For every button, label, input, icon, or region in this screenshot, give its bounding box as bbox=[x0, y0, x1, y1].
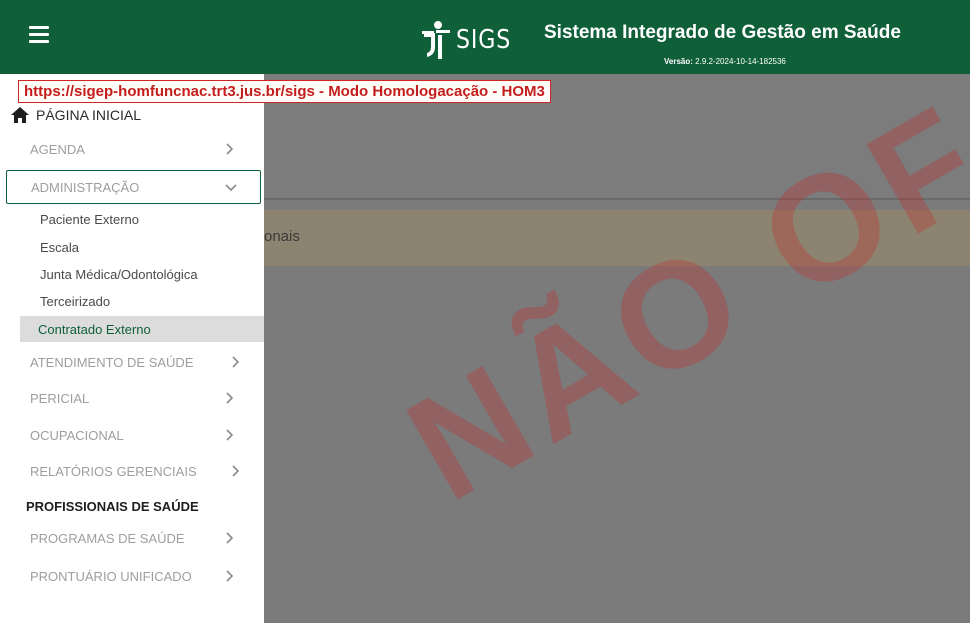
submenu-item-terceirizado[interactable]: Terceirizado bbox=[22, 288, 264, 314]
home-label: PÁGINA INICIAL bbox=[36, 107, 142, 123]
chevron-right-icon bbox=[232, 356, 240, 368]
sidebar-item-label: PERICIAL bbox=[30, 390, 90, 406]
version-label: Versão: bbox=[664, 57, 693, 66]
home-icon bbox=[11, 107, 29, 123]
sidebar-item-profissionais-de-saude[interactable]: PROFISSIONAIS DE SAÚDE bbox=[0, 492, 250, 520]
submenu-item-label: Terceirizado bbox=[40, 293, 111, 309]
sidebar-item-label: RELATÓRIOS GERENCIAIS bbox=[30, 463, 197, 479]
app-header: SIGS Sistema Integrado de Gestão em Saúd… bbox=[0, 0, 970, 74]
sigs-figure-icon bbox=[422, 21, 450, 59]
sidebar-item-programas-de-saude[interactable]: PROGRAMAS DE SAÚDE bbox=[8, 524, 258, 552]
sidebar-home[interactable]: PÁGINA INICIAL bbox=[10, 106, 141, 124]
sidebar-item-label: AGENDA bbox=[30, 141, 85, 157]
submenu-item-contratado-externo[interactable]: Contratado Externo bbox=[20, 316, 264, 342]
sidebar-item-label: ATENDIMENTO DE SAÚDE bbox=[30, 354, 194, 370]
sidebar-item-relatorios-gerenciais[interactable]: RELATÓRIOS GERENCIAIS bbox=[8, 457, 258, 485]
menu-hamburger-icon[interactable] bbox=[22, 26, 56, 48]
chevron-right-icon bbox=[232, 465, 240, 477]
submenu-item-escala[interactable]: Escala bbox=[22, 234, 264, 260]
sidebar-menu: PÁGINA INICIAL AGENDA ADMINISTRAÇÃO Paci… bbox=[0, 104, 264, 623]
chevron-right-icon bbox=[226, 143, 234, 155]
sidebar-item-atendimento-de-saude[interactable]: ATENDIMENTO DE SAÚDE bbox=[8, 348, 258, 376]
chevron-right-icon bbox=[226, 429, 234, 441]
submenu-item-paciente-externo[interactable]: Paciente Externo bbox=[22, 206, 264, 232]
version-value: 2.9.2-2024-10-14-182536 bbox=[695, 57, 786, 66]
submenu-item-label: Escala bbox=[40, 239, 80, 255]
sidebar-item-label: PROFISSIONAIS DE SAÚDE bbox=[26, 498, 199, 514]
sidebar-item-label: PRONTUÁRIO UNIFICADO bbox=[30, 568, 192, 584]
submenu-item-label: Contratado Externo bbox=[38, 321, 151, 337]
sidebar-item-agenda[interactable]: AGENDA bbox=[8, 135, 258, 163]
chevron-down-icon bbox=[225, 184, 237, 192]
submenu-item-label: Junta Médica/Odontológica bbox=[40, 266, 198, 282]
chevron-right-icon bbox=[226, 570, 234, 582]
logo-text: SIGS bbox=[456, 25, 512, 55]
notice-text: onais bbox=[264, 228, 300, 245]
sidebar-item-label: OCUPACIONAL bbox=[30, 427, 124, 443]
sidebar-item-pericial[interactable]: PERICIAL bbox=[8, 384, 258, 412]
sidebar-item-label: PROGRAMAS DE SAÚDE bbox=[30, 530, 185, 546]
sidebar-item-prontuario-unificado[interactable]: PRONTUÁRIO UNIFICADO bbox=[8, 562, 258, 590]
version-info: Versão: 2.9.2-2024-10-14-182536 bbox=[664, 57, 786, 66]
sidebar-item-ocupacional[interactable]: OCUPACIONAL bbox=[8, 421, 258, 449]
submenu-item-junta-medica[interactable]: Junta Médica/Odontológica bbox=[22, 261, 264, 287]
sigs-logo: SIGS bbox=[418, 18, 521, 62]
system-title: Sistema Integrado de Gestão em Saúde bbox=[544, 22, 901, 43]
sidebar-item-administracao[interactable]: ADMINISTRAÇÃO bbox=[6, 170, 261, 204]
sidebar-item-label: ADMINISTRAÇÃO bbox=[31, 179, 140, 195]
environment-url-banner: https://sigep-homfuncnac.trt3.jus.br/sig… bbox=[18, 80, 551, 103]
chevron-right-icon bbox=[226, 392, 234, 404]
submenu-item-label: Paciente Externo bbox=[40, 211, 140, 227]
chevron-right-icon bbox=[226, 532, 234, 544]
